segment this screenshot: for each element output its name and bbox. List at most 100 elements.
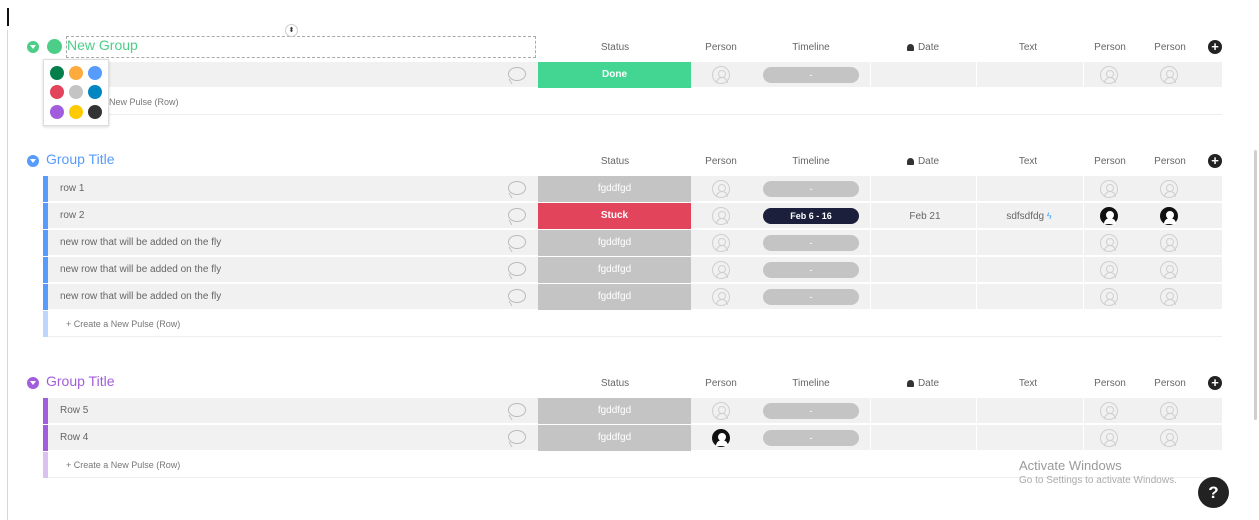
person-avatar-icon[interactable]	[1160, 180, 1178, 198]
comment-icon[interactable]	[508, 181, 526, 195]
column-header-date[interactable]: Date	[898, 42, 948, 53]
row-name[interactable]: row 2	[60, 210, 84, 221]
timeline-pill[interactable]: -	[763, 67, 859, 83]
column-header-status[interactable]: Status	[590, 378, 640, 389]
person-avatar-icon[interactable]	[1100, 288, 1118, 306]
column-header-status[interactable]: Status	[590, 156, 640, 167]
table-row[interactable]: row 2 Stuck Feb 6 - 16 Feb 21 sdfsdfdg ϟ	[43, 203, 1222, 229]
person-avatar-icon[interactable]	[712, 261, 730, 279]
status-cell[interactable]: Done	[538, 62, 691, 88]
help-icon[interactable]: ?	[1198, 477, 1229, 508]
create-pulse-row[interactable]: + Create a New Pulse (Row)	[43, 311, 1222, 337]
person-avatar-icon[interactable]	[712, 180, 730, 198]
comment-icon[interactable]	[508, 235, 526, 249]
comment-icon[interactable]	[508, 208, 526, 222]
color-swatch[interactable]	[69, 66, 83, 80]
create-pulse-label[interactable]: + Create a New Pulse (Row)	[66, 460, 180, 470]
group-title-edit-box[interactable]	[66, 36, 536, 58]
row-name[interactable]: new row that will be added on the fly	[60, 237, 221, 248]
person-avatar-icon[interactable]	[1100, 207, 1118, 225]
person-avatar-icon[interactable]	[1160, 288, 1178, 306]
person-avatar-icon[interactable]	[1160, 261, 1178, 279]
row-name[interactable]: new row that will be added on the fly	[60, 264, 221, 275]
column-header-timeline[interactable]: Timeline	[785, 378, 837, 389]
group-collapse-icon[interactable]	[27, 41, 39, 53]
column-header-person-3[interactable]: Person	[1147, 42, 1193, 53]
column-header-timeline[interactable]: Timeline	[785, 42, 837, 53]
timeline-pill[interactable]: -	[763, 181, 859, 197]
color-swatch[interactable]	[88, 66, 102, 80]
comment-icon[interactable]	[508, 289, 526, 303]
group-title[interactable]: Group Title	[46, 373, 114, 389]
timeline-pill[interactable]: -	[763, 235, 859, 251]
comment-icon[interactable]	[508, 430, 526, 444]
timeline-pill[interactable]: -	[763, 289, 859, 305]
timeline-pill[interactable]: -	[763, 403, 859, 419]
table-row[interactable]: new row that will be added on the fly fg…	[43, 284, 1222, 310]
group-collapse-icon[interactable]	[27, 155, 39, 167]
color-swatch[interactable]	[69, 85, 83, 99]
column-header-person-2[interactable]: Person	[1087, 378, 1133, 389]
create-pulse-label[interactable]: New Pulse (Row)	[109, 97, 179, 107]
column-header-person-2[interactable]: Person	[1087, 42, 1133, 53]
person-avatar-icon[interactable]	[1160, 429, 1178, 447]
status-cell[interactable]: fgddfgd	[538, 176, 691, 202]
person-avatar-icon[interactable]	[1100, 66, 1118, 84]
add-column-icon[interactable]: +	[1208, 376, 1222, 390]
color-swatch[interactable]	[88, 85, 102, 99]
add-column-icon[interactable]: +	[1208, 154, 1222, 168]
create-pulse-row[interactable]: New Pulse (Row)	[43, 89, 1222, 115]
person-avatar-icon[interactable]	[1100, 402, 1118, 420]
status-cell[interactable]: fgddfgd	[538, 230, 691, 256]
column-header-text[interactable]: Text	[1005, 156, 1051, 167]
column-header-person-3[interactable]: Person	[1147, 156, 1193, 167]
status-cell[interactable]: fgddfgd	[538, 284, 691, 310]
column-header-person[interactable]: Person	[698, 156, 744, 167]
person-avatar-icon[interactable]	[1100, 261, 1118, 279]
comment-icon[interactable]	[508, 262, 526, 276]
color-swatch[interactable]	[50, 66, 64, 80]
color-swatch[interactable]	[50, 85, 64, 99]
column-header-timeline[interactable]: Timeline	[785, 156, 837, 167]
column-header-date[interactable]: Date	[898, 156, 948, 167]
comment-icon[interactable]	[508, 403, 526, 417]
group-color-dot[interactable]	[47, 39, 62, 54]
table-row[interactable]: new row that will be added on the fly fg…	[43, 257, 1222, 283]
column-header-person-2[interactable]: Person	[1087, 156, 1133, 167]
person-avatar-icon[interactable]	[712, 288, 730, 306]
resize-handle-icon[interactable]: ⬍	[285, 24, 298, 37]
person-avatar-icon[interactable]	[1100, 234, 1118, 252]
row-name[interactable]: new row that will be added on the fly	[60, 291, 221, 302]
column-header-date[interactable]: Date	[898, 378, 948, 389]
column-header-status[interactable]: Status	[590, 42, 640, 53]
person-avatar-icon[interactable]	[1100, 180, 1118, 198]
timeline-pill[interactable]: -	[763, 262, 859, 278]
table-row[interactable]: Done -	[43, 62, 1222, 88]
person-avatar-icon[interactable]	[1160, 402, 1178, 420]
person-avatar-icon[interactable]	[712, 402, 730, 420]
person-avatar-icon[interactable]	[1160, 66, 1178, 84]
text-value[interactable]: sdfsdfdg ϟ	[989, 211, 1069, 222]
table-row[interactable]: row 1 fgddfgd -	[43, 176, 1222, 202]
color-swatch[interactable]	[69, 105, 83, 119]
person-avatar-icon[interactable]	[1100, 429, 1118, 447]
column-header-person[interactable]: Person	[698, 42, 744, 53]
date-value[interactable]: Feb 21	[897, 211, 953, 222]
person-avatar-icon[interactable]	[712, 429, 730, 447]
row-name[interactable]: row 1	[60, 183, 84, 194]
person-avatar-icon[interactable]	[712, 207, 730, 225]
status-cell[interactable]: fgddfgd	[538, 257, 691, 283]
comment-icon[interactable]	[508, 67, 526, 81]
group-title[interactable]: Group Title	[46, 151, 114, 167]
person-avatar-icon[interactable]	[1160, 207, 1178, 225]
status-cell[interactable]: fgddfgd	[538, 425, 691, 451]
add-column-icon[interactable]: +	[1208, 40, 1222, 54]
table-row[interactable]: new row that will be added on the fly fg…	[43, 230, 1222, 256]
color-swatch[interactable]	[88, 105, 102, 119]
status-cell[interactable]: fgddfgd	[538, 398, 691, 424]
status-cell[interactable]: Stuck	[538, 203, 691, 229]
column-header-person-3[interactable]: Person	[1147, 378, 1193, 389]
column-header-text[interactable]: Text	[1005, 378, 1051, 389]
timeline-pill[interactable]: Feb 6 - 16	[763, 208, 859, 224]
person-avatar-icon[interactable]	[1160, 234, 1178, 252]
